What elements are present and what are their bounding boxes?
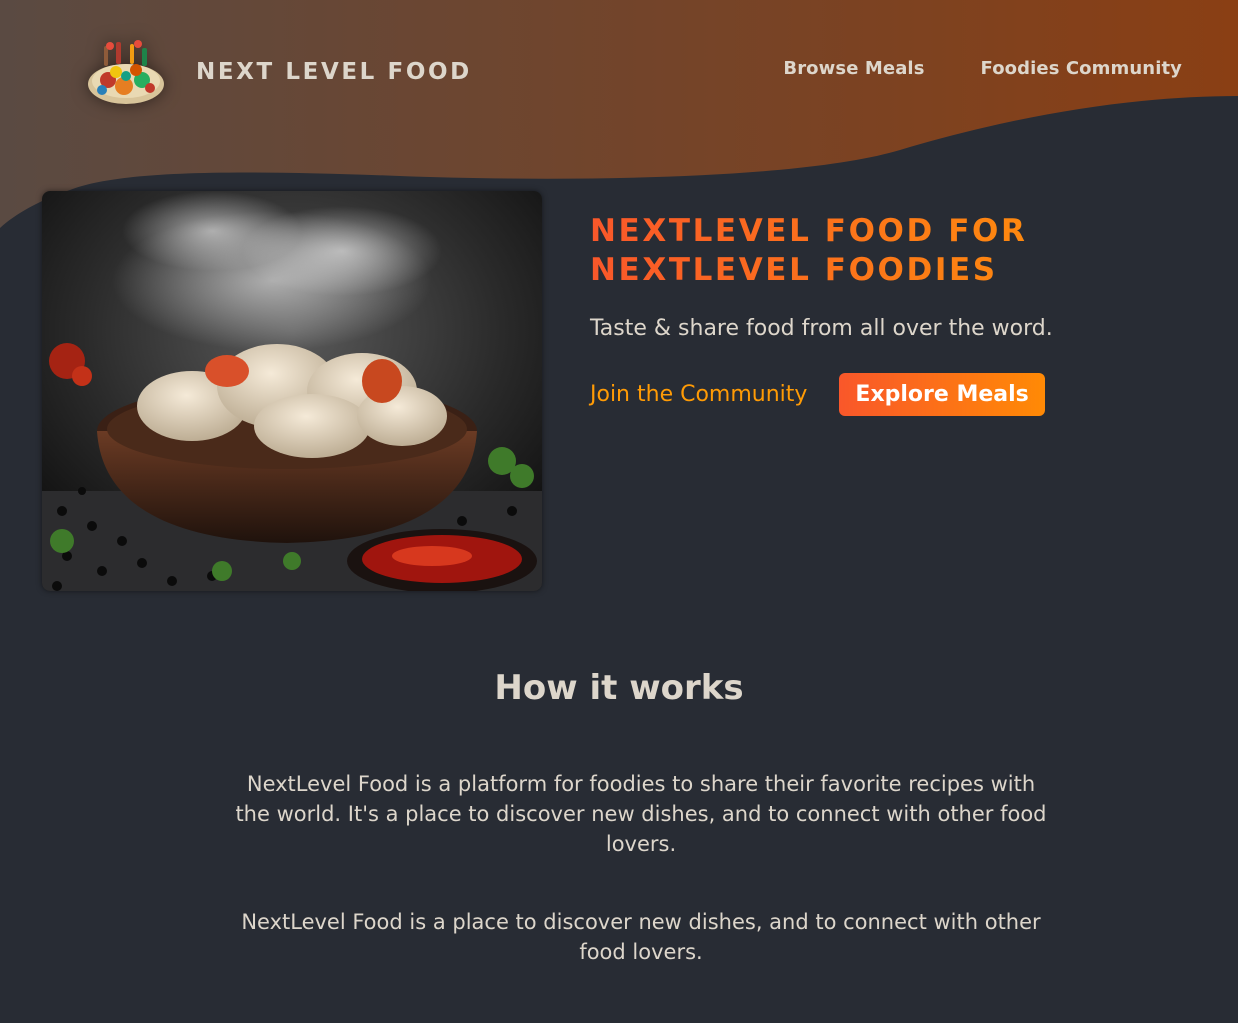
hero-title: NEXTLEVEL FOOD FOR NEXTLEVEL FOODIES (590, 212, 1190, 290)
brand-name: NEXT LEVEL FOOD (196, 59, 472, 85)
hero-cta-row: Join the Community Explore Meals (590, 373, 1190, 416)
how-it-works-paragraph-2: NextLevel Food is a place to discover ne… (241, 910, 1041, 964)
hero-title-line-1: NEXTLEVEL FOOD FOR (590, 213, 1028, 249)
main-nav: Browse Meals Foodies Community (783, 58, 1182, 79)
hero-image-slideshow (42, 191, 542, 591)
page: NEXT LEVEL FOOD Browse Meals Foodies Com… (0, 0, 1238, 1023)
dumplings-image (42, 191, 542, 591)
food-plate-logo-icon (88, 40, 164, 104)
join-community-link[interactable]: Join the Community (590, 382, 807, 407)
how-it-works-title: How it works (494, 668, 744, 708)
hero-text: NEXTLEVEL FOOD FOR NEXTLEVEL FOODIES Tas… (590, 212, 1190, 416)
nav-foodies-community[interactable]: Foodies Community (981, 58, 1182, 79)
hero-title-line-2: NEXTLEVEL FOODIES (590, 252, 998, 288)
explore-meals-button[interactable]: Explore Meals (839, 373, 1045, 416)
logo-link[interactable]: NEXT LEVEL FOOD (86, 36, 472, 108)
nav-browse-meals[interactable]: Browse Meals (783, 58, 924, 79)
hero-subtitle: Taste & share food from all over the wor… (590, 316, 1053, 341)
site-header: NEXT LEVEL FOOD Browse Meals Foodies Com… (0, 0, 1238, 150)
how-it-works-paragraph-1: NextLevel Food is a platform for foodies… (235, 772, 1047, 856)
